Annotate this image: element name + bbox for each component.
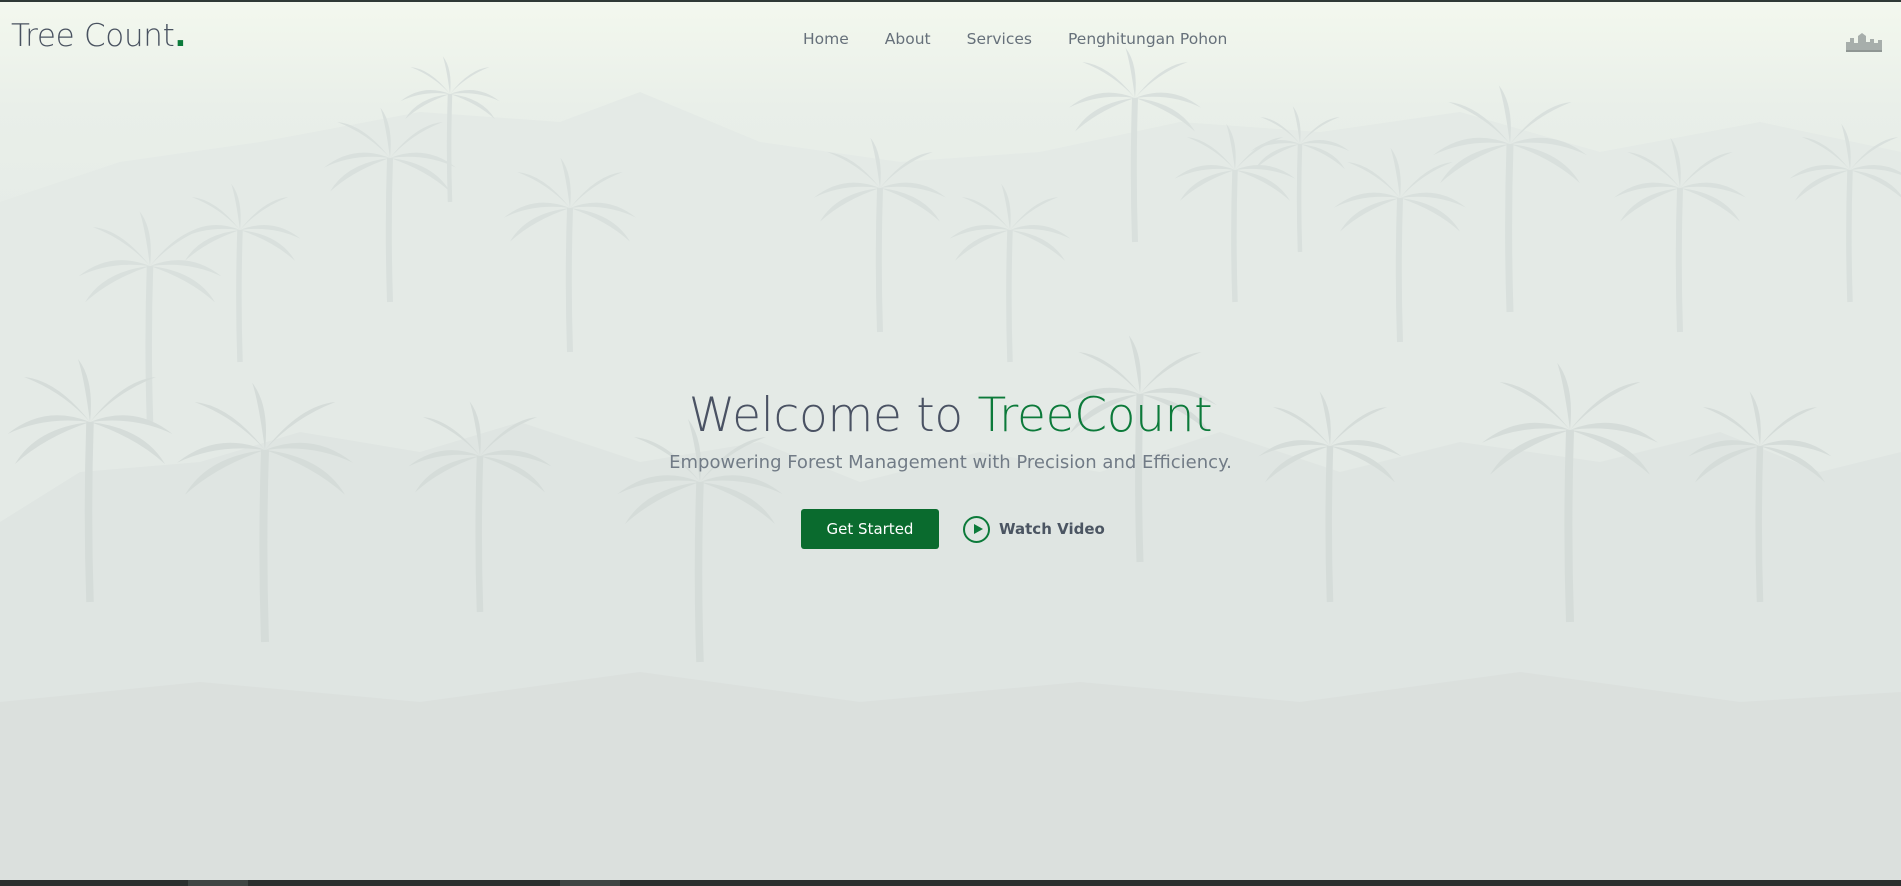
hero-actions: Get Started Watch Video xyxy=(801,509,1105,549)
get-started-button[interactable]: Get Started xyxy=(801,509,939,549)
nav-home[interactable]: Home xyxy=(803,30,849,48)
bottom-bar-segment xyxy=(560,880,620,886)
logo-text: Tree Count xyxy=(11,18,175,54)
watch-video-button[interactable]: Watch Video xyxy=(963,515,1105,543)
hero-title-accent: TreeCount xyxy=(977,388,1213,443)
play-circle-icon xyxy=(963,515,990,543)
hero-title: Welcome to TreeCount xyxy=(0,388,1901,444)
nav-about[interactable]: About xyxy=(885,30,931,48)
hero-subtitle: Empowering Forest Management with Precis… xyxy=(669,452,1232,473)
bottom-bar xyxy=(0,880,1901,886)
main-nav: Home About Services Penghitungan Pohon xyxy=(803,30,1227,48)
skyline-logo-icon xyxy=(1846,33,1882,52)
hero-content: Welcome to TreeCount Empowering Forest M… xyxy=(0,388,1901,473)
hero-title-prefix: Welcome to xyxy=(688,388,978,443)
logo-dot: . xyxy=(174,18,187,54)
bottom-bar-segment xyxy=(188,880,248,886)
watch-video-label: Watch Video xyxy=(999,520,1105,538)
site-logo[interactable]: Tree Count. xyxy=(11,18,186,54)
site-header: Tree Count. Home About Services Penghitu… xyxy=(0,2,1901,74)
nav-services[interactable]: Services xyxy=(967,30,1032,48)
nav-penghitungan-pohon[interactable]: Penghitungan Pohon xyxy=(1068,30,1227,48)
